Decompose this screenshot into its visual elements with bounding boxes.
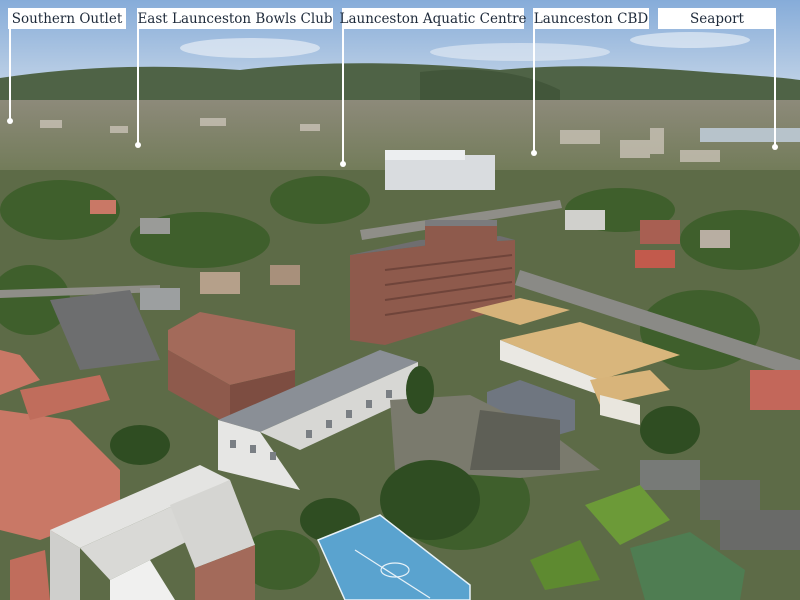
label-launceston-cbd: Launceston CBD [533, 8, 649, 29]
label-seaport: Seaport [658, 8, 776, 29]
pin-launceston-aquatic-centre [340, 29, 346, 167]
pin-seaport [772, 29, 778, 150]
aerial-photo [0, 0, 800, 600]
aerial-photo-scene: Southern Outlet East Launceston Bowls Cl… [0, 0, 800, 600]
pin-southern-outlet [7, 29, 13, 124]
label-southern-outlet: Southern Outlet [8, 8, 126, 29]
label-east-launceston-bowls-club: East Launceston Bowls Club [137, 8, 333, 29]
pin-east-launceston-bowls-club [135, 29, 141, 148]
label-launceston-aquatic-centre: Launceston Aquatic Centre [339, 8, 527, 29]
pin-launceston-cbd [531, 29, 537, 156]
aquatic-centre [385, 155, 495, 190]
